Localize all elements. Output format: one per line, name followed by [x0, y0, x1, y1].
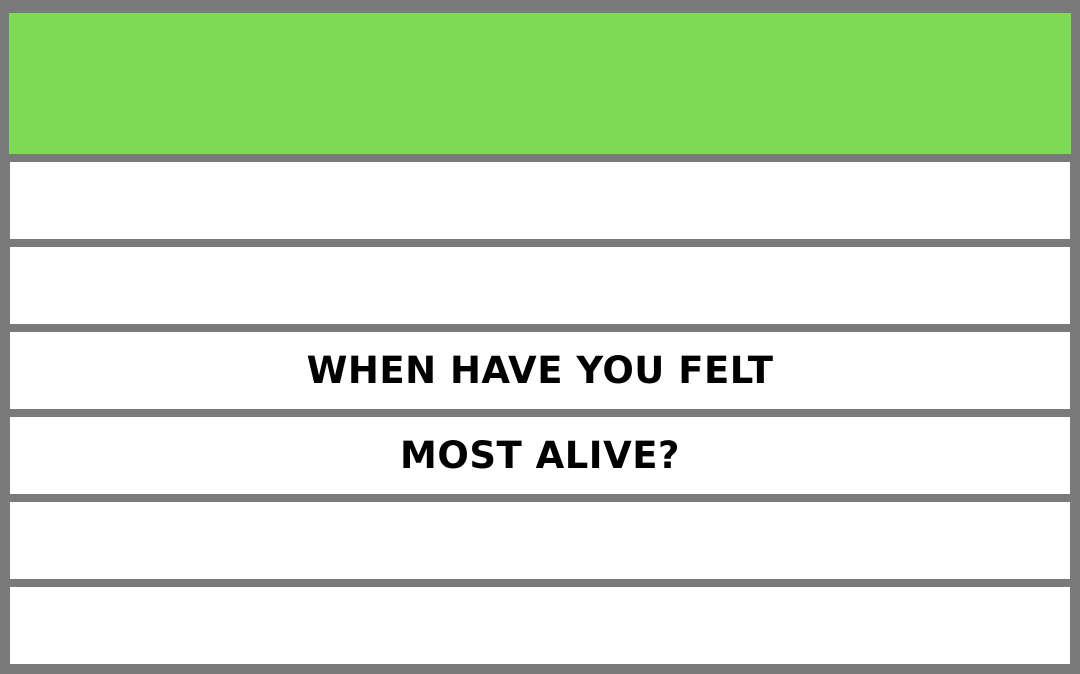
blank-row	[10, 162, 1070, 239]
question-row-1: WHEN HAVE YOU FELT	[10, 332, 1070, 409]
question-line-2: MOST ALIVE?	[400, 434, 680, 477]
blank-row	[10, 247, 1070, 324]
blank-row	[10, 502, 1070, 579]
question-line-1: WHEN HAVE YOU FELT	[306, 349, 774, 392]
question-card: WHEN HAVE YOU FELT MOST ALIVE?	[0, 0, 1080, 674]
blank-row	[10, 587, 1070, 664]
question-row-2: MOST ALIVE?	[10, 417, 1070, 494]
header-band	[9, 13, 1071, 154]
